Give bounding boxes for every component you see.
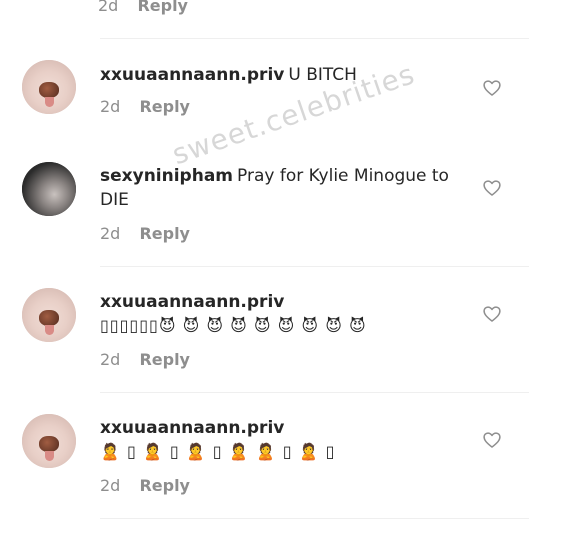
comment-body: sexyninipham Pray for Kylie Minogue to DI… [100, 164, 450, 212]
comment-time: 2d [100, 476, 121, 495]
heart-outline-icon[interactable] [482, 430, 502, 450]
avatar[interactable] [22, 288, 76, 342]
divider [100, 518, 529, 519]
reply-button[interactable]: Reply [139, 476, 190, 495]
comment-meta: 2d Reply [100, 224, 190, 243]
reply-button[interactable]: Reply [139, 97, 190, 116]
comment-meta: 2d Reply [100, 350, 190, 369]
heart-outline-icon[interactable] [482, 78, 502, 98]
comment-meta: 2d Reply [100, 476, 190, 495]
avatar[interactable] [22, 414, 76, 468]
reply-button[interactable]: Reply [139, 350, 190, 369]
reply-button[interactable]: Reply [137, 0, 188, 15]
comment-meta: 2d Reply [100, 97, 190, 116]
comment-username[interactable]: xxuuaannaann.priv [100, 416, 446, 440]
comment-username[interactable]: xxuuaannaann.priv [100, 290, 446, 314]
comment-username[interactable]: xxuuaannaann.priv [100, 65, 284, 85]
comment-username[interactable]: sexyninipham [100, 166, 233, 186]
heart-outline-icon[interactable] [482, 178, 502, 198]
comment-body: xxuuaannaann.priv ▯▯▯▯▯▯😈 😈 😈 😈 😈 😈 😈 😈 … [100, 290, 450, 338]
avatar[interactable] [22, 60, 76, 114]
comment-text: ▯▯▯▯▯▯😈 😈 😈 😈 😈 😈 😈 😈 😈 [100, 316, 367, 335]
comment-body: xxuuaannaann.priv 🙎 ▯ 🙎 ▯ 🙎 ▯ 🙎 🙎 ▯ 🙎 ▯ [100, 416, 450, 464]
comment-time: 2d [98, 0, 119, 15]
heart-outline-icon[interactable] [482, 304, 502, 324]
avatar[interactable] [22, 162, 76, 216]
comment-time: 2d [100, 97, 121, 116]
divider [100, 392, 529, 393]
reply-button[interactable]: Reply [139, 224, 190, 243]
comment-time: 2d [100, 350, 121, 369]
comment-text: 🙎 ▯ 🙎 ▯ 🙎 ▯ 🙎 🙎 ▯ 🙎 ▯ [100, 442, 336, 461]
divider [100, 266, 529, 267]
comment-time: 2d [100, 224, 121, 243]
divider [100, 38, 529, 39]
previous-comment-meta: 2d Reply [98, 0, 188, 15]
